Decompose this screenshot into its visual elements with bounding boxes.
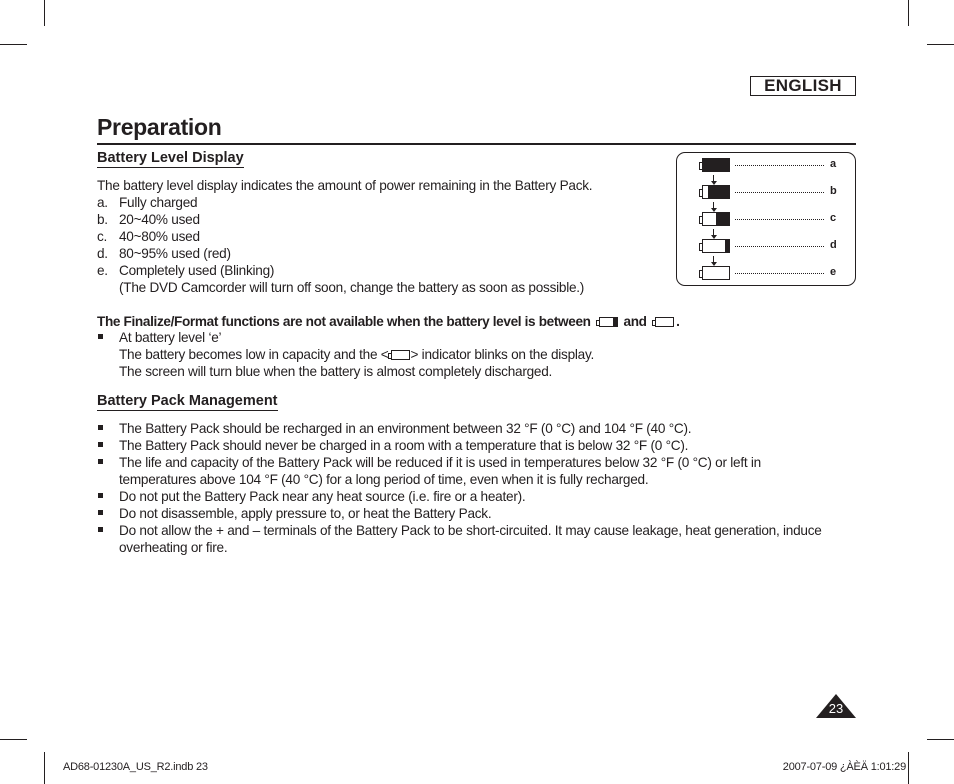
- battery-fill: [708, 186, 729, 198]
- battery-fill: [716, 213, 729, 225]
- diagram-row: d: [677, 239, 855, 255]
- level-e-bullet-line1: The battery becomes low in capacity and …: [119, 346, 594, 363]
- bullet-icon: [98, 459, 103, 464]
- level-item-b: b. 20~40% used: [97, 211, 200, 228]
- crop-mark: [908, 0, 909, 26]
- bullet-icon: [98, 442, 103, 447]
- management-bullet: The Battery Pack should be recharged in …: [119, 421, 692, 436]
- diagram-label: e: [830, 266, 837, 278]
- finalize-note-end: .: [676, 314, 680, 329]
- leader-line: [735, 219, 824, 220]
- list-marker: a.: [97, 195, 108, 210]
- bullet-icon: [98, 510, 103, 515]
- list-marker: b.: [97, 212, 108, 227]
- leader-line: [735, 246, 824, 247]
- battery-fill: [703, 159, 729, 171]
- management-bullet: The Battery Pack should never be charged…: [119, 438, 689, 453]
- diagram-label: b: [830, 185, 837, 197]
- arrow-down-icon: [710, 256, 717, 266]
- management-bullet: The life and capacity of the Battery Pac…: [119, 455, 761, 470]
- level-text: 20~40% used: [119, 212, 200, 227]
- battery-low-icon: [596, 317, 619, 327]
- level-text: Fully charged: [119, 195, 198, 210]
- level-item-a: a. Fully charged: [97, 194, 198, 211]
- battery-icon: [699, 212, 730, 226]
- level-e-bullet-line2: The screen will turn blue when the batte…: [119, 364, 553, 379]
- management-bullet: Do not put the Battery Pack near any hea…: [119, 489, 526, 504]
- crop-mark: [44, 0, 45, 26]
- management-bullet-cont: temperatures above 104 °F (40 °C) for a …: [119, 472, 649, 487]
- battery-icon: [699, 239, 730, 253]
- management-bullet-cont: overheating or fire.: [119, 540, 228, 555]
- bullet-icon: [98, 334, 103, 339]
- section-heading-battery-level: Battery Level Display: [97, 150, 244, 168]
- bullet-icon: [98, 527, 103, 532]
- level-e-bullet-title: At battery level ‘e’: [119, 330, 222, 345]
- arrow-down-icon: [710, 175, 717, 185]
- diagram-label: d: [830, 239, 837, 251]
- diagram-row: e: [677, 266, 855, 282]
- list-marker: c.: [97, 229, 108, 244]
- crop-mark: [0, 739, 27, 740]
- battery-icon: [699, 266, 730, 280]
- list-marker: e.: [97, 263, 108, 278]
- level-text: 80~95% used (red): [119, 246, 231, 261]
- level-e-note: (The DVD Camcorder will turn off soon, c…: [119, 280, 585, 295]
- line-text: The battery becomes low in capacity and …: [119, 347, 389, 362]
- title-divider: [97, 143, 856, 145]
- level-item-d: d. 80~95% used (red): [97, 245, 231, 262]
- list-marker: d.: [97, 246, 108, 261]
- footer-timestamp: 2007-07-09 ¿ÀÈÄ 1:01:29: [782, 761, 906, 773]
- level-item-c: c. 40~80% used: [97, 228, 200, 245]
- leader-line: [735, 273, 824, 274]
- page-title: Preparation: [97, 114, 222, 140]
- line-text: > indicator blinks on the display.: [410, 347, 595, 362]
- arrow-down-icon: [710, 229, 717, 239]
- finalize-note-and: and: [623, 314, 647, 329]
- arrow-down-icon: [710, 202, 717, 212]
- diagram-row: a: [677, 158, 855, 174]
- battery-level-diagram: a b c d e: [676, 152, 856, 286]
- language-tab: ENGLISH: [750, 76, 856, 96]
- crop-mark: [44, 752, 45, 784]
- battery-icon: [699, 185, 730, 199]
- crop-mark: [927, 44, 954, 45]
- level-item-e: e. Completely used (Blinking): [97, 262, 274, 279]
- battery-fill: [725, 240, 729, 252]
- crop-mark: [0, 44, 27, 45]
- footer-file-info: AD68-01230A_US_R2.indb 23: [63, 761, 208, 773]
- diagram-label: c: [830, 212, 837, 224]
- leader-line: [735, 192, 824, 193]
- leader-line: [735, 165, 824, 166]
- diagram-row: b: [677, 185, 855, 201]
- bullet-icon: [98, 493, 103, 498]
- diagram-row: c: [677, 212, 855, 228]
- battery-empty-icon: [652, 317, 675, 327]
- diagram-label: a: [830, 158, 837, 170]
- bullet-icon: [98, 425, 103, 430]
- finalize-note-text: The Finalize/Format functions are not av…: [97, 314, 591, 329]
- crop-mark: [908, 752, 909, 784]
- management-bullet: Do not disassemble, apply pressure to, o…: [119, 506, 492, 521]
- level-text: Completely used (Blinking): [119, 263, 275, 278]
- section-heading-battery-pack: Battery Pack Management: [97, 393, 278, 411]
- battery-level-intro: The battery level display indicates the …: [97, 178, 593, 193]
- crop-mark: [927, 739, 954, 740]
- battery-empty-icon: [388, 350, 411, 360]
- management-bullet: Do not allow the + and – terminals of th…: [119, 523, 822, 538]
- level-text: 40~80% used: [119, 229, 200, 244]
- battery-icon: [699, 158, 730, 172]
- finalize-note: The Finalize/Format functions are not av…: [97, 313, 680, 330]
- page-number: 23: [828, 701, 844, 716]
